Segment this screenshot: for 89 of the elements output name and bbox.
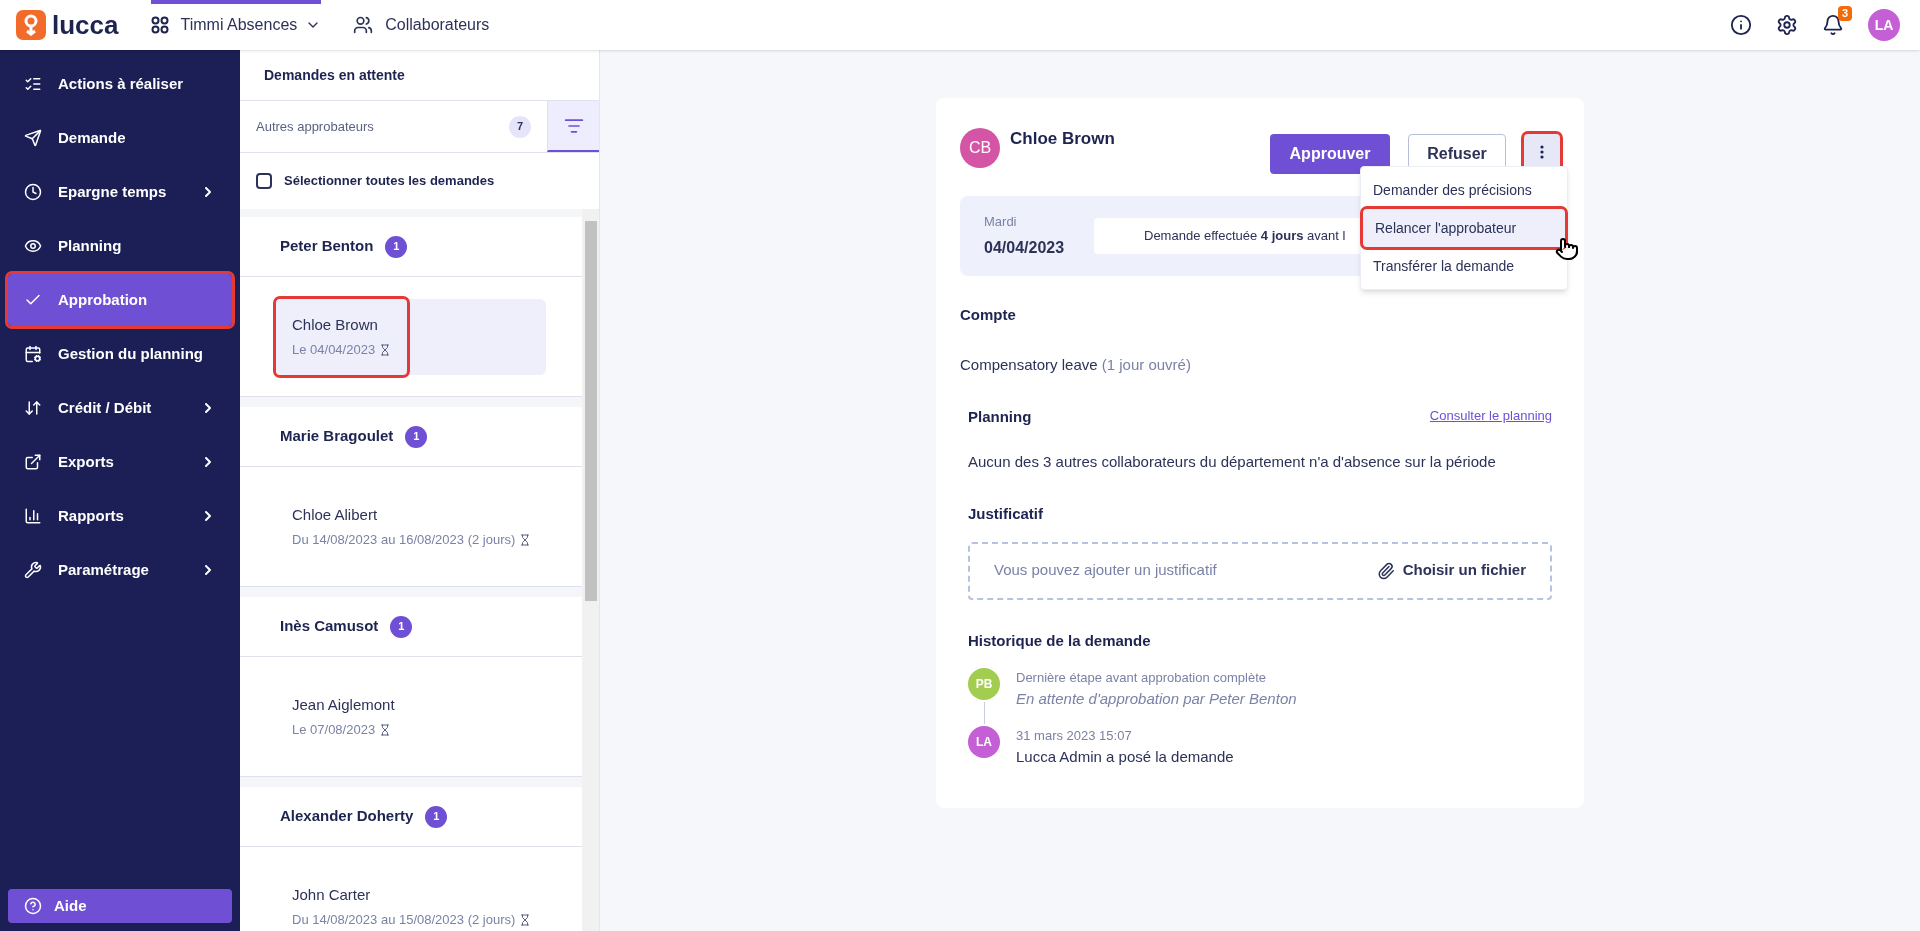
menu-item[interactable]: Transférer la demande xyxy=(1361,247,1567,285)
request-note: Demande effectuée 4 jours avant l xyxy=(1144,227,1346,246)
help-button[interactable]: Aide xyxy=(8,889,232,923)
filter-label: Autres approbateurs xyxy=(256,117,374,136)
people-link[interactable]: Collaborateurs xyxy=(353,13,490,37)
approver-name: Marie Bragoulet xyxy=(280,426,394,447)
checklist-icon xyxy=(24,75,42,93)
logo-icon xyxy=(16,10,46,40)
planning-link[interactable]: Consulter le planning xyxy=(1429,406,1552,426)
calendar-gear-icon xyxy=(24,345,42,363)
sidebar-item[interactable]: Crédit / Débit xyxy=(8,382,232,434)
request-item[interactable]: John Carter Du 14/08/2023 au 15/08/2023 (2 jours) xyxy=(276,868,548,931)
app-switcher[interactable]: Timmi Absences xyxy=(180,13,322,37)
request-count: 1 xyxy=(405,425,428,448)
hourglass-icon xyxy=(379,343,392,356)
clock-icon xyxy=(24,183,42,201)
request-dates: Du 14/08/2023 au 15/08/2023 (2 jours) xyxy=(292,911,516,929)
request-dates: Le 04/04/2023 xyxy=(292,341,376,359)
people-icon xyxy=(353,15,374,35)
sidebar-item[interactable]: Exports xyxy=(8,436,232,488)
hourglass-icon xyxy=(519,913,532,926)
request-item[interactable]: Chloe Alibert Du 14/08/2023 au 16/08/2023 (2 jours) xyxy=(276,488,548,565)
employee-name: John Carter xyxy=(292,884,372,905)
more-icon xyxy=(1540,145,1544,159)
filter-button[interactable] xyxy=(547,101,599,152)
sidebar-item[interactable]: Rapports xyxy=(8,490,232,542)
account-text: Compensatory leave (1 jour ouvré) xyxy=(960,354,1192,375)
request-item[interactable]: Chloe Brown Le 04/04/2023 xyxy=(276,298,546,375)
request-date: 04/04/2023 xyxy=(984,237,1066,258)
employee-avatar: CB xyxy=(960,128,1000,168)
bar-chart-icon xyxy=(24,507,42,525)
section-title: Justificatif xyxy=(967,504,1044,524)
logo-text: lucca xyxy=(52,12,119,38)
sidebar-item[interactable]: Gestion du planning xyxy=(8,328,232,380)
select-all-label: Sélectionner toutes les demandes xyxy=(284,172,495,191)
request-dates: Du 14/08/2023 au 16/08/2023 (2 jours) xyxy=(292,531,516,549)
section-title: Historique de la demande xyxy=(967,630,1152,651)
file-drop-zone[interactable]: Vous pouvez ajouter un justificatif Choisir un fichier xyxy=(968,541,1552,600)
choose-file-button[interactable]: Choisir un fichier xyxy=(1376,559,1526,582)
employee-name: Chloe Brown xyxy=(1010,128,1115,150)
history-text: En attente d'approbation par Peter Benton xyxy=(1016,688,1297,709)
info-icon[interactable] xyxy=(1730,14,1752,36)
scrollbar[interactable] xyxy=(582,209,599,931)
weekday: Mardi xyxy=(984,213,1018,232)
history-caption: 31 mars 2023 15:07 xyxy=(1016,727,1133,745)
notification-count: 3 xyxy=(1837,6,1852,21)
sidebar-item[interactable]: Epargne temps xyxy=(8,166,232,218)
request-count: 1 xyxy=(385,235,408,258)
menu-item[interactable]: Relancer l'approbateur xyxy=(1363,209,1565,247)
drop-zone-hint: Vous pouvez ajouter un justificatif xyxy=(994,560,1218,581)
bell-icon[interactable] xyxy=(1822,14,1844,36)
planning-text: Aucun des 3 autres collaborateurs du département n'a d'absence sur la période xyxy=(967,451,1497,472)
sidebar-item[interactable]: Approbation xyxy=(8,274,232,326)
sidebar-item[interactable]: Paramétrage xyxy=(8,544,232,596)
select-all-checkbox[interactable] xyxy=(256,173,272,189)
sidebar-item[interactable]: Planning xyxy=(8,220,232,272)
employee-name: Chloe Alibert xyxy=(292,504,379,525)
hourglass-icon xyxy=(379,723,392,736)
request-count: 1 xyxy=(425,805,448,828)
paper-plane-icon xyxy=(24,129,42,147)
settings-icon[interactable] xyxy=(1776,14,1798,36)
section-title: Compte xyxy=(960,305,1017,325)
sidebar-item[interactable]: Actions à réaliser xyxy=(8,58,232,110)
paperclip-icon xyxy=(1376,561,1395,580)
user-avatar[interactable]: LA xyxy=(1868,9,1900,41)
up-down-arrows-icon xyxy=(24,399,42,417)
request-item[interactable]: Jean Aiglemont Le 07/08/2023 xyxy=(276,678,546,755)
eye-icon xyxy=(24,237,42,255)
history-avatar: LA xyxy=(968,726,1000,758)
request-count: 1 xyxy=(390,615,413,638)
external-link-icon xyxy=(24,453,42,471)
menu-item[interactable]: Demander des précisions xyxy=(1361,171,1567,209)
tools-icon xyxy=(24,561,42,579)
filter-count: 7 xyxy=(509,115,531,138)
approver-name: Alexander Doherty xyxy=(280,806,414,827)
approve-button[interactable]: Approuver xyxy=(1270,134,1390,174)
request-dates: Le 07/08/2023 xyxy=(292,721,376,739)
employee-name: Chloe Brown xyxy=(292,314,379,335)
apps-grid-icon xyxy=(150,16,169,34)
approver-name: Inès Camusot xyxy=(280,616,379,637)
history-avatar: PB xyxy=(968,668,1000,700)
history-text: Lucca Admin a posé la demande xyxy=(1016,746,1234,767)
help-icon xyxy=(24,897,42,915)
history-caption: Dernière étape avant approbation complète xyxy=(1016,669,1268,687)
sidebar-item[interactable]: Demande xyxy=(8,112,232,164)
approver-name: Peter Benton xyxy=(280,236,374,257)
section-title: Planning xyxy=(968,407,1032,427)
hourglass-icon xyxy=(519,533,532,546)
employee-name: Jean Aiglemont xyxy=(292,694,395,715)
